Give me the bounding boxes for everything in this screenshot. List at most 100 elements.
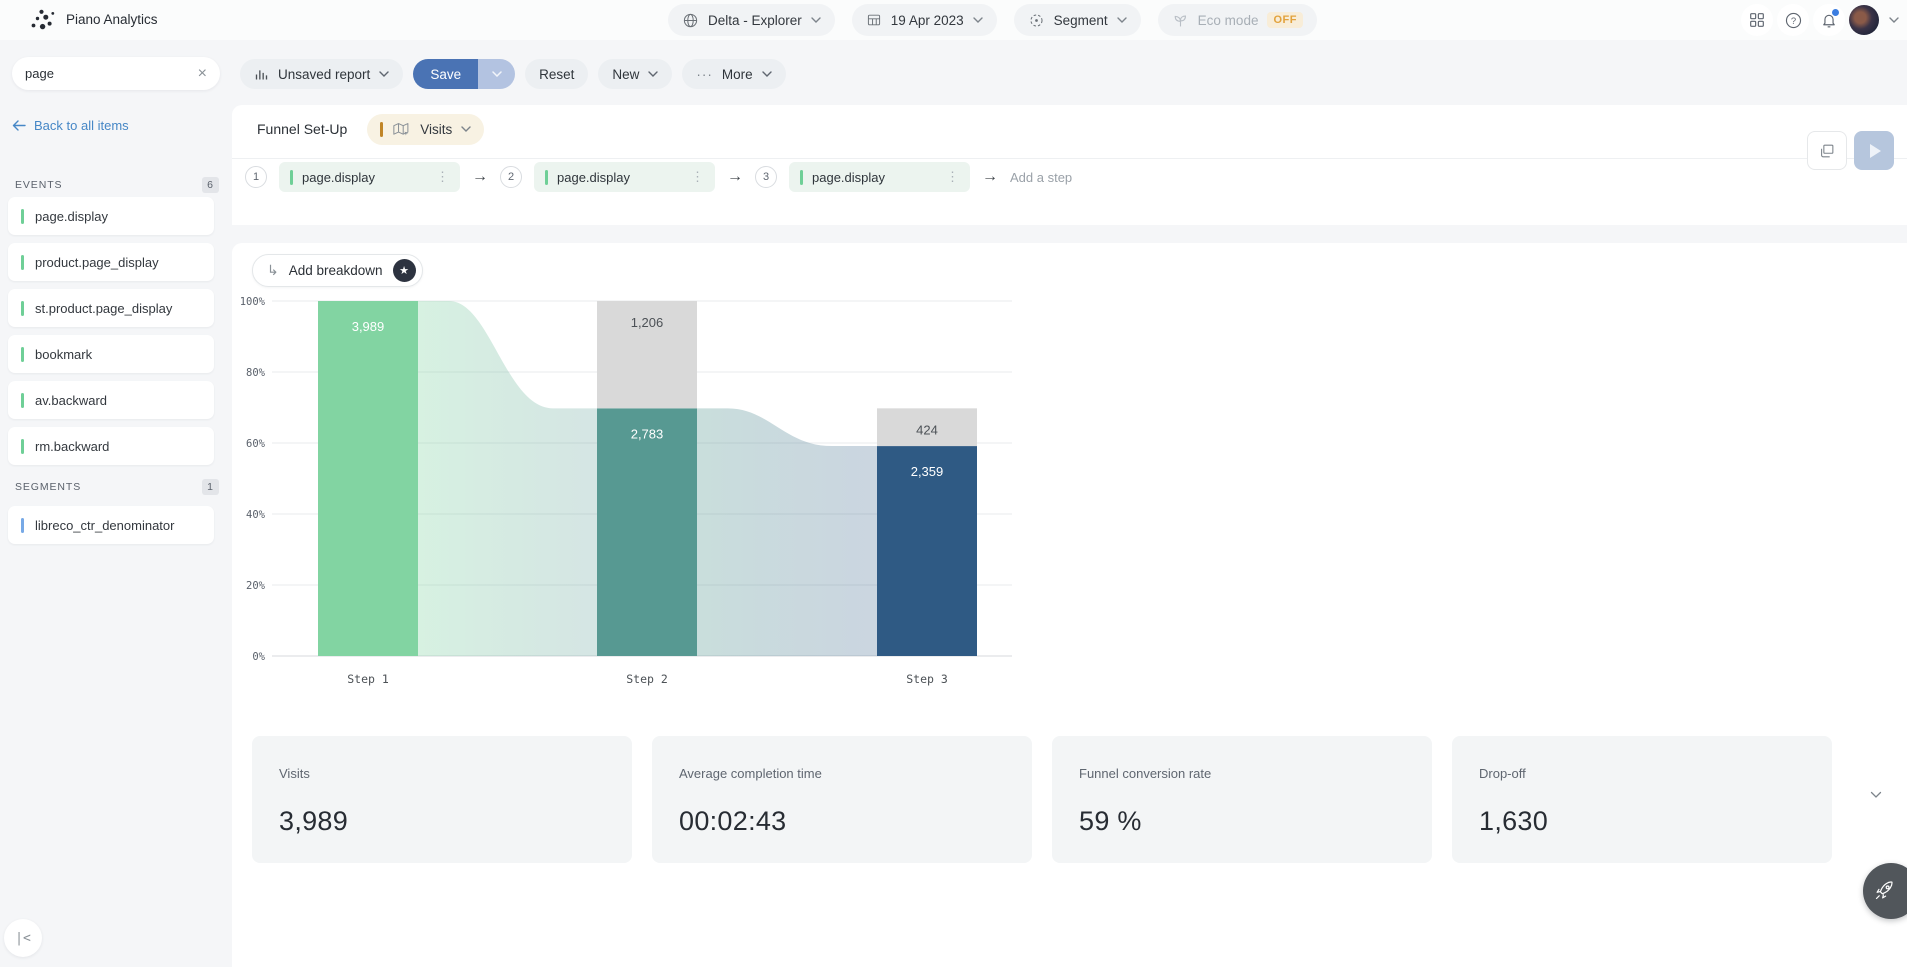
run-funnel-button[interactable] <box>1854 131 1894 170</box>
funnel-bar-step2[interactable] <box>597 408 697 656</box>
save-options-button[interactable] <box>478 59 516 89</box>
segment-item[interactable]: libreco_ctr_denominator <box>8 506 214 544</box>
apps-grid-icon <box>1750 13 1764 27</box>
funnel-setup-panel: Funnel Set-Up Visits 1 page.display ⋮ → … <box>232 105 1907 225</box>
help-button[interactable]: ? <box>1777 4 1809 36</box>
event-item[interactable]: page.display <box>8 197 214 235</box>
step-number: 3 <box>755 166 777 188</box>
event-accent-bar <box>21 254 24 270</box>
copy-icon <box>1821 144 1834 157</box>
step-menu-icon[interactable]: ⋮ <box>946 169 959 185</box>
funnel-steps-row: 1 page.display ⋮ → 2 page.display ⋮ → 3 … <box>245 162 1072 192</box>
metric-value: 00:02:43 <box>679 806 787 836</box>
user-avatar[interactable] <box>1849 5 1879 35</box>
apps-grid-button[interactable] <box>1741 4 1773 36</box>
funnel-flow <box>418 301 597 656</box>
event-item[interactable]: product.page_display <box>8 243 214 281</box>
setup-divider <box>232 158 1907 159</box>
bar-value-label: 2,359 <box>911 464 944 479</box>
funnel-setup-title: Funnel Set-Up <box>257 121 348 137</box>
more-label: More <box>721 66 753 82</box>
metric-value: 59 % <box>1079 806 1142 836</box>
workspace-label: Delta - Explorer <box>708 12 802 28</box>
step-menu-icon[interactable]: ⋮ <box>691 169 704 185</box>
event-item[interactable]: bookmark <box>8 335 214 373</box>
date-selector[interactable]: 19 Apr 2023 <box>851 4 997 36</box>
bar-chart-icon <box>255 69 268 79</box>
metric-value: 1,630 <box>1479 806 1549 836</box>
funnel-chart-panel: ↳ Add breakdown ★ 100% 80% 60% 40% 20% 0% 3,98… <box>232 243 1907 967</box>
metric-card-conversion-rate: Funnel conversion rate 59 % <box>1052 736 1432 863</box>
clear-search-icon[interactable]: × <box>198 65 207 82</box>
globe-icon <box>683 13 698 27</box>
funnel-step[interactable]: page.display ⋮ <box>789 162 970 192</box>
step-accent-bar <box>545 169 548 185</box>
y-axis-tick: 40% <box>246 509 266 521</box>
new-label: New <box>612 66 640 82</box>
dropoff-value-label: 1,206 <box>631 315 664 330</box>
y-axis-tick: 80% <box>246 367 266 379</box>
rocket-icon <box>1875 881 1893 900</box>
funnel-chart: 100% 80% 60% 40% 20% 0% 3,989 Step 1 2,783 1,206 S… <box>240 296 1012 686</box>
add-breakdown-button[interactable]: ↳ Add breakdown ★ <box>252 254 423 287</box>
funnel-metric-label: Visits <box>420 121 453 137</box>
account-chevron-icon[interactable] <box>1889 17 1899 23</box>
duplicate-button[interactable] <box>1807 131 1847 170</box>
step-menu-icon[interactable]: ⋮ <box>436 169 449 185</box>
reset-button[interactable]: Reset <box>525 59 589 89</box>
x-axis-label: Step 3 <box>906 672 948 686</box>
chevron-down-icon <box>1116 17 1127 23</box>
arrow-right-icon: → <box>727 168 743 185</box>
event-item[interactable]: av.backward <box>8 381 214 419</box>
new-button[interactable]: New <box>598 59 673 89</box>
report-name-selector[interactable]: Unsaved report <box>240 59 404 89</box>
step-label: page.display <box>812 169 885 185</box>
event-label: product.page_display <box>35 254 159 270</box>
segment-selector[interactable]: Segment <box>1013 4 1141 36</box>
segments-header-label: SEGMENTS <box>15 481 82 493</box>
metric-value: 3,989 <box>279 806 349 836</box>
metric-card-visits: Visits 3,989 <box>252 736 632 863</box>
eco-mode-state: OFF <box>1267 12 1303 28</box>
expand-metrics-chevron-icon[interactable] <box>1870 791 1882 799</box>
segment-label: libreco_ctr_denominator <box>35 517 175 533</box>
top-bar-actions: ? <box>1741 4 1899 36</box>
map-icon <box>393 122 409 135</box>
event-item[interactable]: st.product.page_display <box>8 289 214 327</box>
event-label: page.display <box>35 208 108 224</box>
breakdown-arrow-icon: ↳ <box>267 262 279 278</box>
save-button[interactable]: Save <box>413 59 479 89</box>
help-icon: ? <box>1785 12 1801 28</box>
more-button[interactable]: ··· More <box>682 59 786 89</box>
funnel-setup-header: Funnel Set-Up Visits <box>257 111 485 147</box>
event-item[interactable]: rm.backward <box>8 427 214 465</box>
left-sidebar: × Back to all items EVENTS 6 page.displa… <box>0 40 232 967</box>
back-to-all-items-link[interactable]: Back to all items <box>12 118 129 133</box>
event-accent-bar <box>21 438 24 454</box>
chevron-down-icon <box>972 17 983 23</box>
search-input[interactable] <box>25 66 190 81</box>
workspace-selector[interactable]: Delta - Explorer <box>668 4 835 36</box>
step-accent-bar <box>800 169 803 185</box>
funnel-step[interactable]: page.display ⋮ <box>534 162 715 192</box>
event-label: st.product.page_display <box>35 300 173 316</box>
add-breakdown-label: Add breakdown <box>288 263 383 278</box>
funnel-panel-actions <box>1807 131 1894 170</box>
add-step-button[interactable]: Add a step <box>1010 170 1072 185</box>
funnel-metric-selector[interactable]: Visits <box>367 113 485 145</box>
funnel-bar-step1[interactable] <box>318 301 418 656</box>
top-bar: Piano Analytics Delta - Explorer 19 Apr … <box>0 0 1907 40</box>
event-accent-bar <box>21 392 24 408</box>
metric-accent-bar <box>380 121 384 137</box>
y-axis-tick: 20% <box>246 580 266 592</box>
eco-leaf-icon <box>1174 15 1186 26</box>
collapse-sidebar-button[interactable]: |< <box>4 919 42 957</box>
metrics-cards-row: Visits 3,989 Average completion time 00:… <box>252 736 1832 863</box>
eco-mode-toggle[interactable]: Eco mode OFF <box>1157 4 1317 36</box>
funnel-step[interactable]: page.display ⋮ <box>279 162 460 192</box>
notifications-button[interactable] <box>1813 4 1845 36</box>
chevron-down-icon <box>379 71 390 77</box>
bar-value-label: 3,989 <box>352 319 385 334</box>
report-toolbar: Unsaved report Save Reset New ··· More <box>240 59 786 89</box>
main-area: Unsaved report Save Reset New ··· More F… <box>232 40 1907 967</box>
